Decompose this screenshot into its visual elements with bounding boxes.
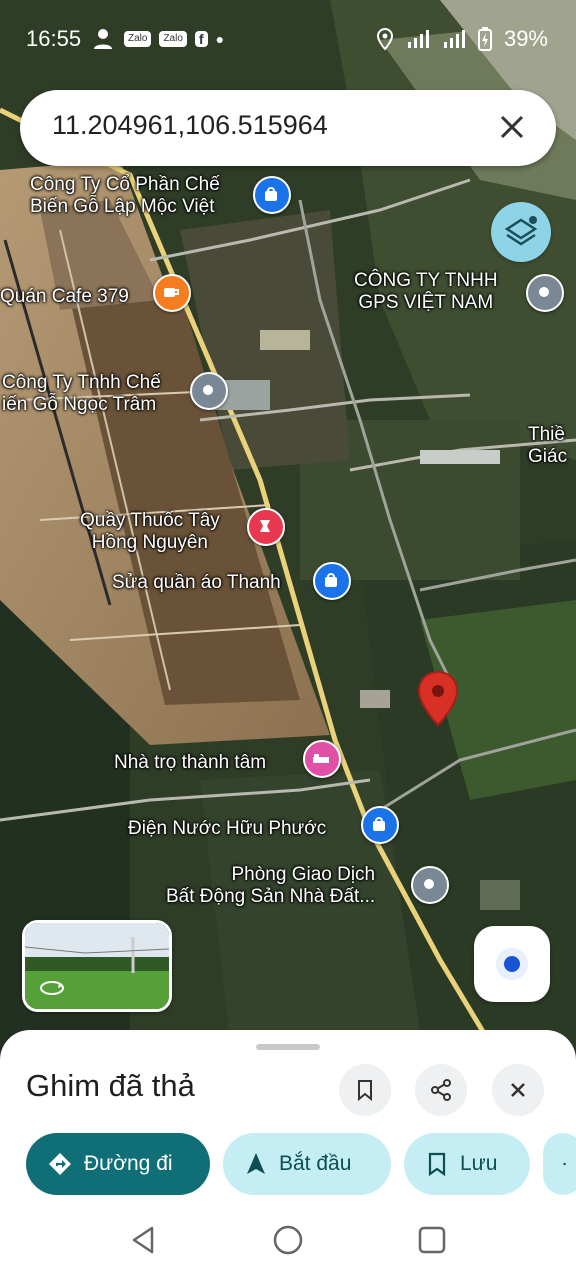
lte-signal-icon bbox=[443, 30, 465, 48]
status-bar: 16:55 Zalo Zalo f ● 39% bbox=[0, 0, 576, 80]
bookmark-button[interactable] bbox=[339, 1064, 391, 1116]
rotate-360-icon bbox=[40, 981, 64, 995]
layers-icon bbox=[504, 216, 538, 246]
close-sheet-button[interactable] bbox=[492, 1064, 544, 1116]
place-dot-icon bbox=[539, 287, 549, 297]
shopping-bag-icon bbox=[325, 573, 337, 587]
dropped-pin-icon[interactable] bbox=[416, 670, 460, 728]
bookmark-icon bbox=[428, 1152, 446, 1176]
directions-label: Đường đi bbox=[84, 1152, 173, 1175]
my-location-button[interactable] bbox=[474, 926, 550, 1002]
map-label-nha-tro[interactable]: Nhà trọ thành tâm bbox=[114, 752, 266, 774]
bookmark-icon bbox=[358, 1080, 372, 1102]
navigation-arrow-icon bbox=[247, 1153, 265, 1174]
my-location-icon bbox=[496, 948, 528, 980]
close-icon[interactable] bbox=[492, 107, 532, 147]
place-dot-icon bbox=[424, 879, 434, 889]
battery-charging-icon bbox=[477, 27, 492, 51]
map-label-gps-viet-nam[interactable]: CÔNG TY TNHH GPS VIỆT NAM bbox=[354, 270, 498, 314]
back-icon[interactable] bbox=[128, 1224, 160, 1256]
close-icon bbox=[511, 1083, 525, 1097]
shop-poi-marker-2[interactable] bbox=[313, 562, 351, 600]
place-dot-icon bbox=[203, 385, 213, 395]
map-label-thien-giac[interactable]: Thiề Giác bbox=[528, 424, 567, 468]
battery-percent: 39% bbox=[503, 26, 548, 51]
share-button[interactable] bbox=[415, 1064, 467, 1116]
pharmacy-poi-marker[interactable] bbox=[247, 508, 285, 546]
directions-icon bbox=[49, 1153, 71, 1175]
map-label-lap-moc-viet[interactable]: Công Ty Cổ Phần Chế Biến Gỗ Lập Mộc Việt bbox=[30, 174, 220, 218]
pharmacy-icon bbox=[260, 520, 270, 532]
notification-icons: Zalo Zalo f ● bbox=[92, 28, 224, 50]
map-label-sua-quan-ao[interactable]: Sửa quần áo Thanh bbox=[112, 572, 281, 594]
generic-poi-marker-3[interactable] bbox=[411, 866, 449, 904]
bed-icon bbox=[313, 754, 329, 763]
search-query[interactable]: 11.204961,106.515964 bbox=[52, 110, 328, 141]
coffee-cup-icon bbox=[164, 288, 179, 297]
start-button[interactable]: Bắt đầu bbox=[223, 1133, 391, 1195]
lodging-poi-marker[interactable] bbox=[303, 740, 341, 778]
directions-button[interactable]: Đường đi bbox=[26, 1133, 210, 1195]
sheet-title: Ghim đã thả bbox=[26, 1068, 195, 1103]
save-label: Lưu bbox=[460, 1152, 498, 1175]
cafe-poi-marker[interactable] bbox=[153, 274, 191, 312]
map-label-ngoc-tram[interactable]: Công Ty Tnhh Chế iến Gỗ Ngọc Trâm bbox=[2, 372, 161, 416]
share-chip-button[interactable] bbox=[543, 1133, 576, 1195]
system-nav-bar bbox=[0, 1200, 576, 1280]
shop-poi-marker[interactable] bbox=[253, 176, 291, 214]
generic-poi-marker-2[interactable] bbox=[190, 372, 228, 410]
recents-icon[interactable] bbox=[416, 1224, 448, 1256]
location-icon bbox=[376, 28, 393, 50]
layers-button[interactable] bbox=[491, 202, 551, 262]
map-label-quay-thuoc[interactable]: Quầy Thuốc Tây Hồng Nguyên bbox=[80, 510, 220, 554]
add-contact-icon bbox=[94, 29, 112, 49]
zalo-icon-2: Zalo bbox=[159, 31, 187, 47]
home-icon[interactable] bbox=[272, 1224, 304, 1256]
shopping-bag-icon bbox=[373, 817, 385, 831]
action-chips: Đường đi Bắt đầu Lưu bbox=[26, 1133, 576, 1197]
status-time: 16:55 bbox=[26, 26, 82, 51]
share-icon bbox=[563, 1162, 566, 1166]
shop-poi-marker-3[interactable] bbox=[361, 806, 399, 844]
shopping-bag-icon bbox=[265, 187, 277, 201]
dot-icon: ● bbox=[215, 31, 225, 47]
street-view-thumbnail[interactable] bbox=[22, 920, 172, 1012]
volte-signal-icon bbox=[407, 30, 429, 48]
search-bar[interactable]: 11.204961,106.515964 bbox=[20, 90, 556, 166]
start-label: Bắt đầu bbox=[279, 1152, 352, 1175]
drag-handle[interactable] bbox=[256, 1044, 320, 1050]
save-button[interactable]: Lưu bbox=[404, 1133, 530, 1195]
map-label-giao-dich[interactable]: Phòng Giao Dịch Bất Động Sản Nhà Đất... bbox=[166, 864, 375, 908]
share-icon bbox=[431, 1079, 451, 1101]
zalo-icon: Zalo bbox=[124, 31, 152, 47]
map-label-dien-nuoc[interactable]: Điện Nước Hữu Phước bbox=[128, 818, 326, 840]
generic-poi-marker[interactable] bbox=[526, 274, 564, 312]
map-label-cafe[interactable]: Quán Cafe 379 bbox=[0, 286, 129, 308]
facebook-icon: f bbox=[194, 31, 208, 47]
